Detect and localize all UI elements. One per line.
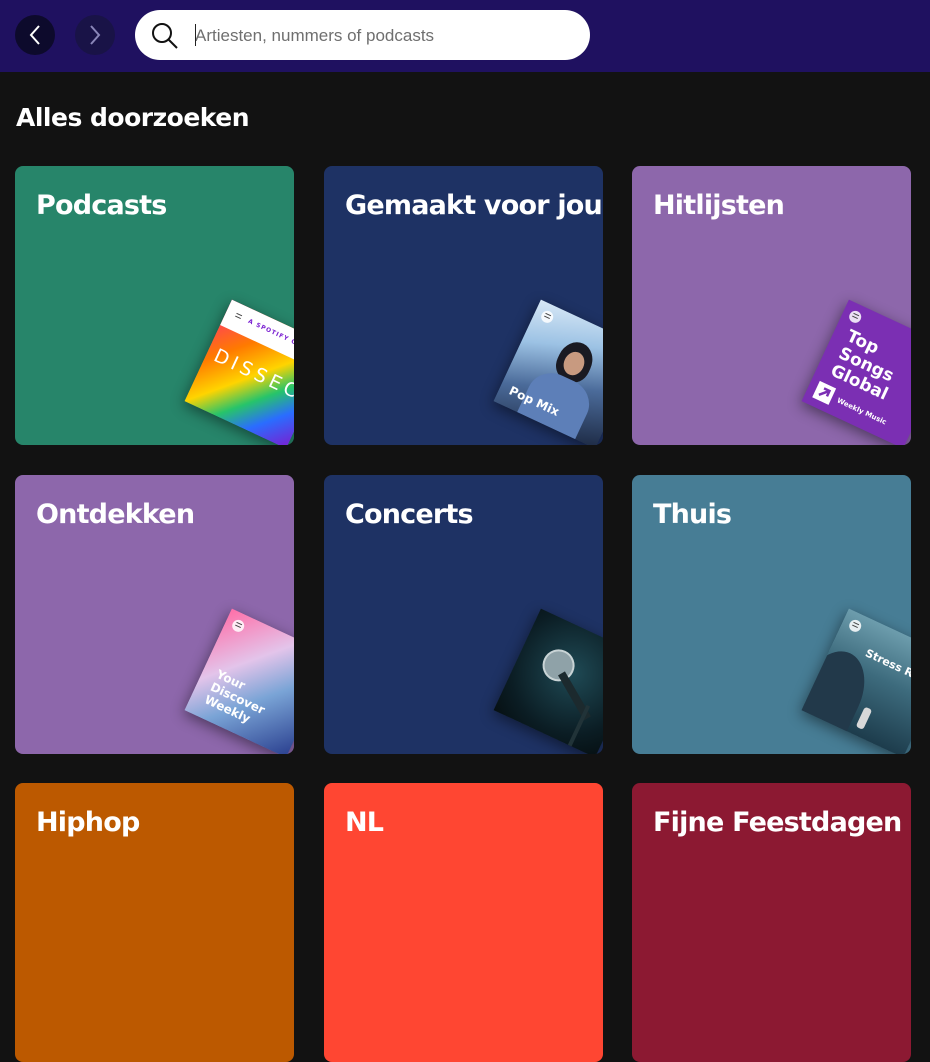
- cover-art-dissect: A SPOTIFY ORIG DISSECT: [184, 299, 294, 445]
- text-caret: [195, 24, 196, 46]
- search-input[interactable]: [193, 20, 577, 52]
- category-card-hitlijsten[interactable]: Hitlijsten Top Songs Global Weekly Music: [632, 166, 911, 445]
- category-card-hiphop[interactable]: Hiphop: [15, 783, 294, 1062]
- search-icon: [152, 23, 178, 49]
- category-card-ontdekken[interactable]: Ontdekken Your Discover Weekly: [15, 475, 294, 754]
- cover-art-discover-weekly: Your Discover Weekly: [184, 608, 294, 754]
- spotify-logo-icon: [847, 308, 864, 325]
- category-card-gemaakt-voor-jou[interactable]: Gemaakt voor jou Pop Mix: [324, 166, 603, 445]
- category-card-concerts[interactable]: Concerts: [324, 475, 603, 754]
- category-title: Hitlijsten: [653, 190, 785, 221]
- spotify-logo-icon: [847, 617, 864, 634]
- category-title: Gemaakt voor jou: [345, 190, 603, 221]
- back-button[interactable]: [15, 15, 55, 55]
- category-title: Podcasts: [36, 190, 167, 221]
- chevron-right-icon: [90, 25, 101, 45]
- spotify-logo-icon: [230, 617, 247, 634]
- arrow-up-right-icon: [812, 380, 837, 405]
- cover-art-stress-relief: Stress Relief: [801, 608, 911, 754]
- category-title: Hiphop: [36, 807, 140, 838]
- category-card-podcasts[interactable]: Podcasts A SPOTIFY ORIG DISSECT: [15, 166, 294, 445]
- top-bar: [0, 0, 930, 72]
- category-title: Fijne Feestdagen: [653, 807, 902, 838]
- chevron-left-icon: [29, 25, 40, 45]
- category-title: Concerts: [345, 499, 474, 530]
- search-box[interactable]: [135, 10, 590, 60]
- cover-art-microphone: [493, 608, 603, 754]
- page-title: Alles doorzoeken: [16, 103, 250, 132]
- category-title: NL: [345, 807, 384, 838]
- category-card-nl[interactable]: NL: [324, 783, 603, 1062]
- cover-art-top-songs-global: Top Songs Global Weekly Music: [801, 299, 911, 445]
- category-card-thuis[interactable]: Thuis Stress Relief: [632, 475, 911, 754]
- category-title: Ontdekken: [36, 499, 195, 530]
- category-card-fijne-feestdagen[interactable]: Fijne Feestdagen: [632, 783, 911, 1062]
- spotify-logo-icon: [539, 308, 556, 325]
- cover-art-pop-mix: Pop Mix: [493, 299, 603, 445]
- forward-button[interactable]: [75, 15, 115, 55]
- category-title: Thuis: [653, 499, 732, 530]
